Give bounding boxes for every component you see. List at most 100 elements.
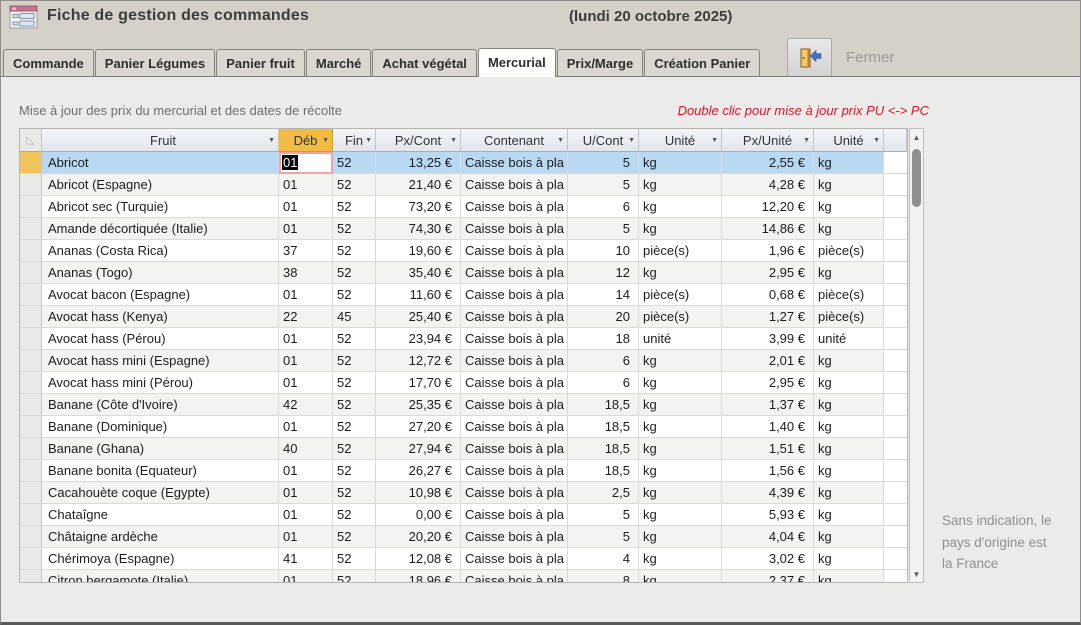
cell-deb[interactable]: 01 bbox=[279, 504, 333, 526]
cell-px_unite[interactable]: 14,86 € bbox=[722, 218, 814, 240]
cell-px_cont[interactable]: 11,60 € bbox=[376, 284, 461, 306]
cell-contenant[interactable]: Caisse bois à pla bbox=[461, 284, 568, 306]
cell-deb[interactable]: 01 bbox=[279, 174, 333, 196]
cell-contenant[interactable]: Caisse bois à pla bbox=[461, 394, 568, 416]
select-all-corner[interactable]: ◺ bbox=[20, 129, 42, 152]
cell-px_unite[interactable]: 1,96 € bbox=[722, 240, 814, 262]
cell-px_unite[interactable]: 4,39 € bbox=[722, 482, 814, 504]
tab-panier-fruit[interactable]: Panier fruit bbox=[216, 49, 305, 76]
cell-unite2[interactable]: kg bbox=[814, 394, 884, 416]
cell-px_cont[interactable]: 18,96 € bbox=[376, 570, 461, 583]
cell-deb[interactable]: 40 bbox=[279, 438, 333, 460]
cell-px_unite[interactable]: 0,68 € bbox=[722, 284, 814, 306]
scroll-down-arrow-icon[interactable]: ▼ bbox=[910, 566, 923, 582]
tab-commande[interactable]: Commande bbox=[3, 49, 94, 76]
cell-fruit[interactable]: Châtaigne ardèche bbox=[42, 526, 279, 548]
cell-fin[interactable]: 52 bbox=[333, 438, 376, 460]
close-button-label[interactable]: Fermer bbox=[846, 49, 894, 66]
current-record-selector[interactable] bbox=[20, 152, 42, 174]
cell-fruit[interactable]: Banane (Dominique) bbox=[42, 416, 279, 438]
cell-unite[interactable]: kg bbox=[639, 548, 722, 570]
cell-fruit[interactable]: Avocat hass (Kenya) bbox=[42, 306, 279, 328]
cell-fruit[interactable]: Banane (Ghana) bbox=[42, 438, 279, 460]
chevron-down-icon[interactable]: ▼ bbox=[711, 137, 718, 144]
column-header-fin[interactable]: Fin▼ bbox=[333, 129, 376, 152]
cell-unite[interactable]: kg bbox=[639, 394, 722, 416]
record-selector[interactable] bbox=[20, 328, 42, 350]
cell-u_cont[interactable]: 18,5 bbox=[568, 416, 639, 438]
record-selector[interactable] bbox=[20, 416, 42, 438]
cell-fruit[interactable]: Avocat hass mini (Espagne) bbox=[42, 350, 279, 372]
cell-u_cont[interactable]: 5 bbox=[568, 526, 639, 548]
cell-contenant[interactable]: Caisse bois à pla bbox=[461, 174, 568, 196]
cell-px_unite[interactable]: 12,20 € bbox=[722, 196, 814, 218]
cell-deb[interactable]: 01 bbox=[279, 328, 333, 350]
cell-unite[interactable]: kg bbox=[639, 460, 722, 482]
cell-px_unite[interactable]: 1,51 € bbox=[722, 438, 814, 460]
cell-px_cont[interactable]: 10,98 € bbox=[376, 482, 461, 504]
cell-u_cont[interactable]: 6 bbox=[568, 196, 639, 218]
cell-unite[interactable]: kg bbox=[639, 482, 722, 504]
record-selector[interactable] bbox=[20, 196, 42, 218]
cell-contenant[interactable]: Caisse bois à pla bbox=[461, 152, 568, 174]
cell-px_cont[interactable]: 26,27 € bbox=[376, 460, 461, 482]
cell-contenant[interactable]: Caisse bois à pla bbox=[461, 482, 568, 504]
cell-px_unite[interactable]: 4,28 € bbox=[722, 174, 814, 196]
cell-px_cont[interactable]: 27,94 € bbox=[376, 438, 461, 460]
chevron-down-icon[interactable]: ▼ bbox=[365, 137, 372, 144]
cell-fin[interactable]: 52 bbox=[333, 196, 376, 218]
cell-unite[interactable]: kg bbox=[639, 152, 722, 174]
cell-px_unite[interactable]: 5,93 € bbox=[722, 504, 814, 526]
cell-fin[interactable]: 52 bbox=[333, 416, 376, 438]
cell-contenant[interactable]: Caisse bois à pla bbox=[461, 328, 568, 350]
cell-px_unite[interactable]: 1,56 € bbox=[722, 460, 814, 482]
cell-fin[interactable]: 52 bbox=[333, 218, 376, 240]
cell-px_unite[interactable]: 3,99 € bbox=[722, 328, 814, 350]
cell-fruit[interactable]: Avocat hass mini (Pérou) bbox=[42, 372, 279, 394]
cell-deb[interactable]: 01 bbox=[279, 372, 333, 394]
cell-fin[interactable]: 52 bbox=[333, 548, 376, 570]
cell-deb[interactable]: 01 bbox=[279, 570, 333, 583]
cell-px_unite[interactable]: 4,04 € bbox=[722, 526, 814, 548]
cell-unite2[interactable]: pièce(s) bbox=[814, 306, 884, 328]
record-selector[interactable] bbox=[20, 570, 42, 583]
cell-fruit[interactable]: Chataîgne bbox=[42, 504, 279, 526]
record-selector[interactable] bbox=[20, 372, 42, 394]
cell-unite[interactable]: kg bbox=[639, 504, 722, 526]
cell-px_cont[interactable]: 25,40 € bbox=[376, 306, 461, 328]
cell-unite2[interactable]: pièce(s) bbox=[814, 284, 884, 306]
record-selector[interactable] bbox=[20, 240, 42, 262]
cell-fin[interactable]: 45 bbox=[333, 306, 376, 328]
record-selector[interactable] bbox=[20, 438, 42, 460]
cell-unite[interactable]: kg bbox=[639, 526, 722, 548]
cell-px_unite[interactable]: 2,55 € bbox=[722, 152, 814, 174]
record-selector[interactable] bbox=[20, 504, 42, 526]
cell-fin[interactable]: 52 bbox=[333, 174, 376, 196]
cell-unite2[interactable]: kg bbox=[814, 548, 884, 570]
cell-deb[interactable]: 41 bbox=[279, 548, 333, 570]
chevron-down-icon[interactable]: ▼ bbox=[322, 137, 329, 144]
cell-fruit[interactable]: Banane (Côte d'Ivoire) bbox=[42, 394, 279, 416]
cell-fruit[interactable]: Ananas (Costa Rica) bbox=[42, 240, 279, 262]
cell-contenant[interactable]: Caisse bois à pla bbox=[461, 218, 568, 240]
cell-px_unite[interactable]: 2,95 € bbox=[722, 262, 814, 284]
tab-panier-l-gumes[interactable]: Panier Légumes bbox=[95, 49, 215, 76]
cell-contenant[interactable]: Caisse bois à pla bbox=[461, 350, 568, 372]
cell-u_cont[interactable]: 5 bbox=[568, 218, 639, 240]
cell-fruit[interactable]: Ananas (Togo) bbox=[42, 262, 279, 284]
cell-fruit[interactable]: Banane bonita (Equateur) bbox=[42, 460, 279, 482]
column-header-px_cont[interactable]: Px/Cont▼ bbox=[376, 129, 461, 152]
cell-unite2[interactable]: kg bbox=[814, 570, 884, 583]
cell-deb[interactable]: 01 bbox=[279, 482, 333, 504]
cell-px_cont[interactable]: 20,20 € bbox=[376, 526, 461, 548]
cell-fruit[interactable]: Abricot bbox=[42, 152, 279, 174]
cell-u_cont[interactable]: 5 bbox=[568, 174, 639, 196]
cell-fruit[interactable]: Abricot sec (Turquie) bbox=[42, 196, 279, 218]
cell-u_cont[interactable]: 4 bbox=[568, 548, 639, 570]
record-selector[interactable] bbox=[20, 306, 42, 328]
cell-unite[interactable]: kg bbox=[639, 438, 722, 460]
cell-unite[interactable]: pièce(s) bbox=[639, 240, 722, 262]
cell-unite2[interactable]: kg bbox=[814, 196, 884, 218]
tab-prix-marge[interactable]: Prix/Marge bbox=[557, 49, 643, 76]
cell-deb[interactable]: 01 bbox=[279, 350, 333, 372]
